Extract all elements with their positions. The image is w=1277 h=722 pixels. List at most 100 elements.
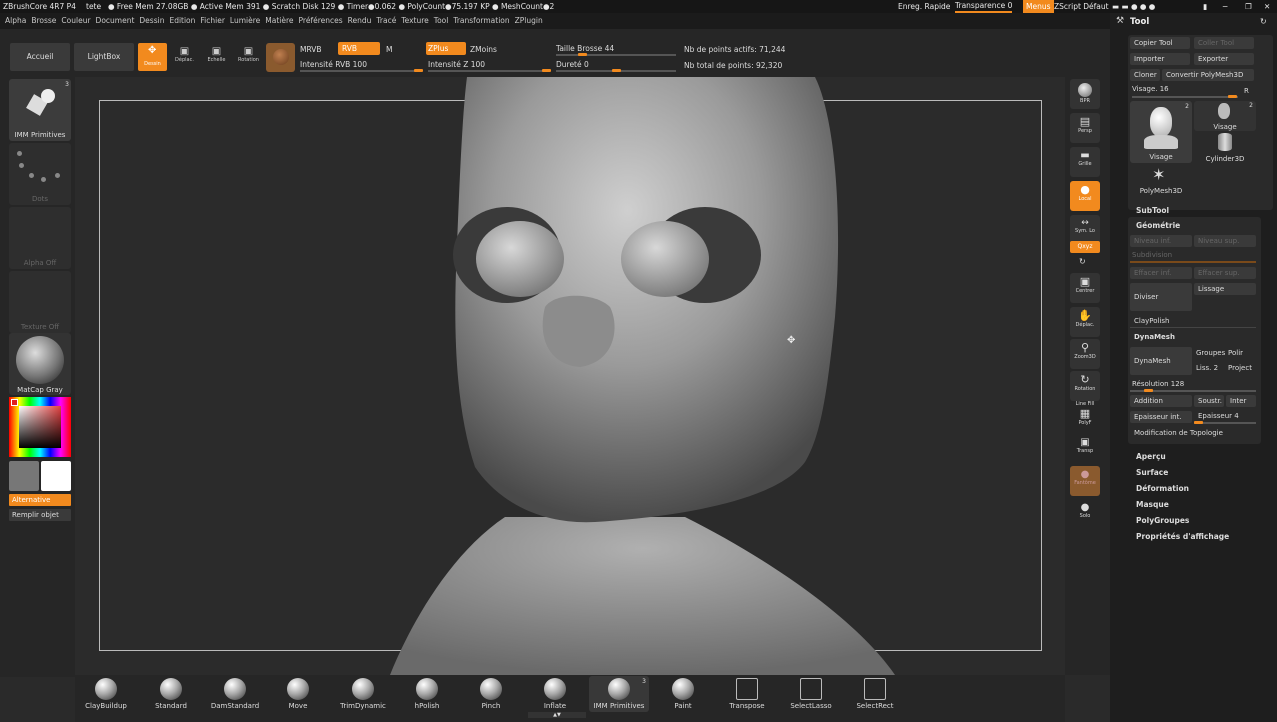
rotate-axis-icon[interactable]: ↻ [1079,257,1086,266]
z-intensity-slider[interactable] [428,69,551,72]
import-button[interactable]: Importer [1130,53,1190,65]
convert-polymesh-button[interactable]: Convertir PolyMesh3D [1162,69,1254,81]
brush-size-slider[interactable] [556,53,676,56]
imm-primitives-selector[interactable]: 3 IMM Primitives [9,79,71,141]
bpr-button[interactable]: BPR [1070,79,1100,109]
menu-item-9[interactable]: Préférences [299,13,343,29]
delete-lower-button[interactable]: Effacer inf. [1130,267,1192,279]
menu-item-15[interactable]: ZPlugin [515,13,543,29]
higher-res-button[interactable]: Niveau sup. [1194,235,1256,247]
refresh-icon[interactable]: ↻ [1260,17,1267,26]
apercu-section[interactable]: Aperçu [1136,451,1271,467]
grille-button[interactable]: ▬ Grille [1070,147,1100,177]
texture-selector[interactable]: Texture Off [9,271,71,333]
export-button[interactable]: Exporter [1194,53,1254,65]
zscript-button[interactable]: ZScript Défaut [1054,0,1109,13]
subdivision-slider[interactable] [1130,261,1256,263]
menu-item-2[interactable]: Couleur [61,13,90,29]
resolution-slider[interactable] [1130,389,1256,392]
divide-button[interactable]: Diviser [1130,283,1192,311]
visage-slider-knob[interactable] [1228,95,1237,98]
menu-item-7[interactable]: Lumière [230,13,260,29]
surface-section[interactable]: Surface [1136,467,1271,483]
minimize-icon[interactable]: − [1222,0,1228,13]
brush-hpolish[interactable]: hPolish [397,676,457,712]
transp-button[interactable]: ▣ Transp [1070,434,1100,464]
brush-selectlasso[interactable]: SelectLasso [781,676,841,712]
claypolish-header[interactable]: ClayPolish [1130,315,1256,327]
persp-button[interactable]: ▤ Persp [1070,113,1100,143]
color-picker[interactable] [9,397,71,457]
geometry-header[interactable]: Géométrie [1136,221,1180,230]
tool-thumb-visage[interactable]: 2 Visage [1194,101,1256,131]
zplus-button[interactable]: ZPlus [426,42,466,55]
rvb-intensity-slider[interactable] [300,69,423,72]
brush-imm-primitives[interactable]: 3 IMM Primitives [589,676,649,712]
primary-color-swatch[interactable] [41,461,71,491]
brush-size-knob[interactable] [578,53,587,56]
polygroups-section[interactable]: PolyGroupes [1136,515,1271,531]
rvb-button[interactable]: RVB [338,42,380,55]
brush-paint[interactable]: Paint [653,676,713,712]
menu-item-0[interactable]: Alpha [5,13,26,29]
masque-section[interactable]: Masque [1136,499,1271,515]
brush-selectrect[interactable]: SelectRect [845,676,905,712]
brush-inflate[interactable]: Inflate [525,676,585,712]
mrvb-button[interactable]: MRVB [300,45,322,54]
menu-item-4[interactable]: Dessin [139,13,164,29]
menu-item-5[interactable]: Edition [169,13,195,29]
brush-trimdynamic[interactable]: TrimDynamic [333,676,393,712]
tool-thumb-cylinder[interactable]: Cylinder3D [1194,133,1256,163]
quicksave-button[interactable]: Enreg. Rapide [898,0,950,13]
subtract-button[interactable]: Soustr. [1194,395,1224,407]
material-swatch[interactable] [266,43,295,72]
brush-transpose[interactable]: Transpose [717,676,777,712]
layout-icon[interactable]: ▬ ▬ ● ● ● [1112,0,1155,13]
intersect-button[interactable]: Inter [1226,395,1256,407]
brush-standard[interactable]: Standard [141,676,201,712]
ghost-button[interactable]: ● Fantôme [1070,466,1100,496]
menu-item-11[interactable]: Tracé [376,13,396,29]
secondary-color-swatch[interactable] [9,461,39,491]
dessin-button[interactable]: ✥ Dessin [138,43,167,71]
rotation-button[interactable]: ▣ Rotation [234,43,263,71]
delete-higher-button[interactable]: Effacer sup. [1194,267,1256,279]
alternative-button[interactable]: Alternative [9,494,71,506]
clone-button[interactable]: Cloner [1130,69,1160,81]
close-icon[interactable]: ✕ [1264,0,1270,13]
canvas[interactable]: ✥ [75,77,1065,675]
stroke-selector[interactable]: Dots [9,143,71,205]
menu-item-13[interactable]: Tool [434,13,449,29]
centrer-button[interactable]: ▣ Centrer [1070,273,1100,303]
subtool-header[interactable]: SubTool [1136,206,1169,215]
polish-button[interactable]: Polir [1228,349,1243,357]
thickness-slider[interactable] [1194,421,1256,424]
solo-button[interactable]: ● Solo [1070,499,1100,529]
topology-header[interactable]: Modification de Topologie [1130,427,1256,439]
tool-thumb-visage-active[interactable]: 2 Visage [1130,101,1192,163]
paste-tool-button[interactable]: Coller Tool [1194,37,1254,49]
menu-item-12[interactable]: Texture [401,13,428,29]
zmoins-button[interactable]: ZMoins [470,45,497,54]
polyf-button[interactable]: Line Fill ▦ PolyF [1070,401,1100,431]
rotation-view-button[interactable]: ↻ Rotation [1070,371,1100,401]
zoom3d-button[interactable]: ⚲ Zoom3D [1070,339,1100,369]
lock-icon[interactable]: ▮ [1203,0,1207,13]
brush-damstandard[interactable]: DamStandard [205,676,265,712]
m-button[interactable]: M [386,45,392,54]
hardness-slider[interactable] [556,69,676,72]
menu-item-10[interactable]: Rendu [348,13,372,29]
thickness-knob[interactable] [1194,421,1203,424]
menu-item-6[interactable]: Fichier [200,13,225,29]
brush-claybuildup[interactable]: ClayBuildup [76,676,136,712]
rvb-intensity-knob[interactable] [414,69,423,72]
menu-item-8[interactable]: Matière [265,13,293,29]
dynamesh-button[interactable]: DynaMesh [1130,347,1192,375]
alpha-selector[interactable]: Alpha Off [9,207,71,269]
echelle-button[interactable]: ▣ Echelle [202,43,231,71]
xyz-button[interactable]: Qxyz [1070,241,1100,253]
menu-item-14[interactable]: Transformation [453,13,509,29]
fill-object-button[interactable]: Remplir objet [9,509,71,521]
restore-icon[interactable]: ❐ [1245,0,1252,13]
addition-button[interactable]: Addition [1130,395,1192,407]
